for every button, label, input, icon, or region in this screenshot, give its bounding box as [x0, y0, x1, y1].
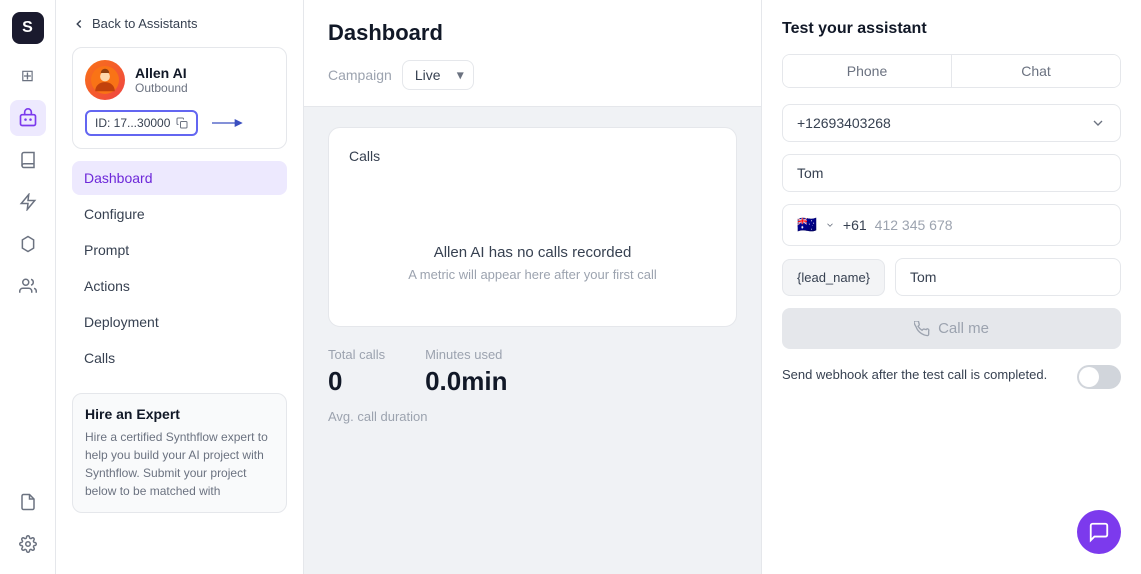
- icon-bar: S ⊞: [0, 0, 56, 574]
- sidebar-icon-bot[interactable]: [10, 100, 46, 136]
- lead-value-input[interactable]: [895, 258, 1121, 296]
- stats-row: Total calls 0 Minutes used 0.0min: [328, 347, 737, 397]
- call-me-button[interactable]: Call me: [782, 308, 1121, 349]
- total-calls-label: Total calls: [328, 347, 385, 362]
- chat-bubble-button[interactable]: [1077, 510, 1121, 554]
- phone-number-text: +12693403268: [797, 115, 891, 131]
- sidebar-icon-people[interactable]: [10, 268, 46, 304]
- sidebar-icon-book[interactable]: [10, 142, 46, 178]
- call-btn-label: Call me: [938, 320, 989, 337]
- tab-phone[interactable]: Phone: [783, 55, 952, 87]
- stat-total-calls: Total calls 0: [328, 347, 385, 397]
- sidebar-icon-lightning[interactable]: [10, 184, 46, 220]
- nav-item-configure[interactable]: Configure: [72, 197, 287, 231]
- country-code: +61: [843, 217, 867, 233]
- lead-name-label: {lead_name}: [782, 259, 885, 296]
- app-logo: S: [12, 12, 44, 44]
- sidebar: Back to Assistants Allen AI Outbound ID:…: [56, 0, 304, 574]
- nav-item-dashboard[interactable]: Dashboard: [72, 161, 287, 195]
- dashboard-title: Dashboard: [328, 20, 737, 46]
- back-to-assistants-link[interactable]: Back to Assistants: [72, 16, 287, 31]
- agent-type: Outbound: [135, 81, 188, 95]
- name-input[interactable]: [782, 154, 1121, 192]
- agent-card: Allen AI Outbound ID: 17...30000: [72, 47, 287, 149]
- agent-avatar: [85, 60, 125, 100]
- agent-details: Allen AI Outbound: [135, 65, 188, 95]
- total-calls-value: 0: [328, 366, 385, 397]
- webhook-row: Send webhook after the test call is comp…: [782, 365, 1121, 389]
- tab-chat[interactable]: Chat: [952, 55, 1120, 87]
- agent-name: Allen AI: [135, 65, 188, 81]
- minutes-used-label: Minutes used: [425, 347, 507, 362]
- lead-row: {lead_name}: [782, 258, 1121, 296]
- nav-item-deployment[interactable]: Deployment: [72, 305, 287, 339]
- webhook-text: Send webhook after the test call is comp…: [782, 365, 1065, 385]
- agent-id-text: ID: 17...30000: [95, 116, 170, 130]
- nav-item-actions[interactable]: Actions: [72, 269, 287, 303]
- stat-minutes-used: Minutes used 0.0min: [425, 347, 507, 397]
- main-content: Dashboard Campaign Live All Calls Allen …: [304, 0, 761, 574]
- sidebar-icon-graph[interactable]: [10, 226, 46, 262]
- sidebar-icon-settings[interactable]: [10, 526, 46, 562]
- hire-expert-desc: Hire a certified Synthflow expert to hel…: [85, 428, 274, 500]
- agent-info: Allen AI Outbound: [85, 60, 274, 100]
- back-label: Back to Assistants: [92, 16, 198, 31]
- right-panel: Test your assistant Phone Chat +12693403…: [761, 0, 1141, 574]
- filter-row: Campaign Live All: [328, 60, 737, 90]
- live-filter-select[interactable]: Live All: [402, 60, 474, 90]
- empty-state: Allen AI has no calls recorded A metric …: [349, 224, 716, 302]
- calls-label: Calls: [349, 148, 716, 164]
- phone-field: 🇦🇺 +61 412 345 678: [782, 204, 1121, 246]
- phone-number-dropdown[interactable]: +12693403268: [782, 104, 1121, 142]
- empty-subtitle: A metric will appear here after your fir…: [349, 267, 716, 282]
- campaign-label: Campaign: [328, 67, 392, 83]
- nav-item-calls[interactable]: Calls: [72, 341, 287, 375]
- webhook-toggle[interactable]: [1077, 365, 1121, 389]
- hire-expert-title: Hire an Expert: [85, 406, 274, 422]
- dashboard-body: Calls Allen AI has no calls recorded A m…: [304, 107, 761, 574]
- panel-title: Test your assistant: [782, 20, 1121, 38]
- calls-section: Calls Allen AI has no calls recorded A m…: [328, 127, 737, 327]
- sidebar-nav: Dashboard Configure Prompt Actions Deplo…: [72, 161, 287, 377]
- flag-icon: 🇦🇺: [797, 215, 817, 235]
- tab-row: Phone Chat: [782, 54, 1121, 88]
- hire-expert-card: Hire an Expert Hire a certified Synthflo…: [72, 393, 287, 513]
- live-filter-wrapper[interactable]: Live All: [402, 60, 474, 90]
- empty-title: Allen AI has no calls recorded: [349, 244, 716, 261]
- nav-item-prompt[interactable]: Prompt: [72, 233, 287, 267]
- avg-duration-label: Avg. call duration: [328, 409, 737, 424]
- phone-placeholder: 412 345 678: [875, 217, 953, 233]
- minutes-used-value: 0.0min: [425, 366, 507, 397]
- agent-id-box: ID: 17...30000: [85, 110, 198, 136]
- sidebar-icon-receipt[interactable]: [10, 484, 46, 520]
- sidebar-icon-home[interactable]: ⊞: [10, 58, 46, 94]
- dashboard-header: Dashboard Campaign Live All: [304, 0, 761, 107]
